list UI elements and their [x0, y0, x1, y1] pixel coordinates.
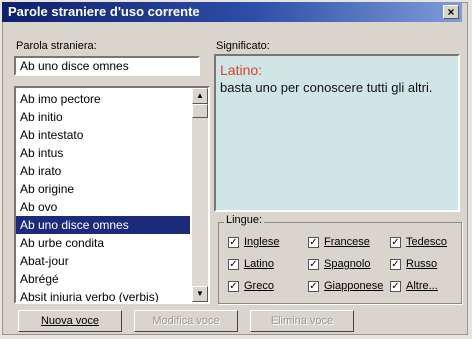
checkbox-russo[interactable]: ✓ Russo	[390, 258, 437, 270]
scroll-thumb[interactable]	[192, 104, 208, 118]
list-item[interactable]: Abrégé	[16, 270, 190, 288]
list-item[interactable]: Ab intestato	[16, 126, 190, 144]
list-item[interactable]: Ab urbe condita	[16, 234, 190, 252]
check-icon: ✓	[228, 236, 239, 248]
list-item[interactable]: Ab initio	[16, 108, 190, 126]
window-title: Parole straniere d'uso corrente	[8, 4, 200, 19]
list-item[interactable]: Abat-jour	[16, 252, 190, 270]
delete-entry-button[interactable]: Elimina voce	[250, 310, 354, 332]
down-arrow-icon: ▼	[196, 289, 204, 298]
checkbox-label: Giapponese	[324, 280, 384, 292]
languages-group-title: Lingue:	[224, 214, 265, 226]
edit-entry-button[interactable]: Modifica voce	[134, 310, 238, 332]
title-bar[interactable]: Parole straniere d'uso corrente ×	[2, 2, 462, 22]
checkbox-label: Greco	[244, 280, 274, 292]
scroll-down-button[interactable]: ▼	[192, 286, 208, 302]
close-button[interactable]: ×	[443, 5, 459, 19]
word-list[interactable]: Ab imo pectore Ab initio Ab intestato Ab…	[14, 86, 210, 304]
check-icon: ✓	[228, 280, 239, 292]
list-item[interactable]: Absit iniuria verbo (verbis)	[16, 288, 190, 302]
check-icon: ✓	[308, 280, 319, 292]
checkbox-altre[interactable]: ✓ Altre...	[390, 280, 438, 292]
checkbox-tedesco[interactable]: ✓ Tedesco	[390, 236, 447, 248]
check-icon: ✓	[390, 236, 401, 248]
meaning-label: Significato:	[216, 40, 270, 52]
new-entry-button[interactable]: Nuova voce	[18, 310, 122, 332]
check-icon: ✓	[390, 280, 401, 292]
check-icon: ✓	[390, 258, 401, 270]
checkbox-label: Altre...	[406, 280, 438, 292]
checkbox-inglese[interactable]: ✓ Inglese	[228, 236, 279, 248]
meaning-language: Latino:	[220, 62, 263, 78]
check-icon: ✓	[228, 258, 239, 270]
checkbox-label: Francese	[324, 236, 370, 248]
up-arrow-icon: ▲	[196, 91, 204, 100]
checkbox-giapponese[interactable]: ✓ Giapponese	[308, 280, 383, 292]
word-list-items: Ab imo pectore Ab initio Ab intestato Ab…	[16, 88, 190, 302]
button-label: Nuova voce	[40, 315, 100, 327]
checkbox-label: Latino	[244, 258, 274, 270]
button-label: Elimina voce	[270, 315, 334, 327]
check-icon: ✓	[308, 236, 319, 248]
checkbox-spagnolo[interactable]: ✓ Spagnolo	[308, 258, 371, 270]
checkbox-label: Russo	[406, 258, 438, 270]
list-item[interactable]: Ab ovo	[16, 198, 190, 216]
list-item[interactable]: Ab intus	[16, 144, 190, 162]
list-scrollbar[interactable]: ▲ ▼	[192, 88, 208, 302]
scroll-up-button[interactable]: ▲	[192, 88, 208, 104]
list-item[interactable]: Ab imo pectore	[16, 90, 190, 108]
checkbox-label: Tedesco	[406, 236, 447, 248]
checkbox-label: Spagnolo	[324, 258, 371, 270]
foreign-word-label: Parola straniera:	[16, 40, 97, 52]
list-item[interactable]: Ab uno disce omnes	[16, 216, 190, 234]
meaning-box: Latino: basta uno per conoscere tutti gl…	[214, 54, 460, 212]
checkbox-label: Inglese	[244, 236, 280, 248]
checkbox-latino[interactable]: ✓ Latino	[228, 258, 274, 270]
list-item[interactable]: Ab irato	[16, 162, 190, 180]
check-icon: ✓	[308, 258, 319, 270]
close-icon: ×	[447, 5, 455, 19]
list-item[interactable]: Ab origine	[16, 180, 190, 198]
checkbox-francese[interactable]: ✓ Francese	[308, 236, 370, 248]
foreign-word-input[interactable]: Ab uno disce omnes	[14, 56, 200, 76]
meaning-text: basta uno per conoscere tutti gli altri.	[220, 80, 433, 95]
checkbox-greco[interactable]: ✓ Greco	[228, 280, 274, 292]
button-label: Modifica voce	[152, 315, 220, 327]
